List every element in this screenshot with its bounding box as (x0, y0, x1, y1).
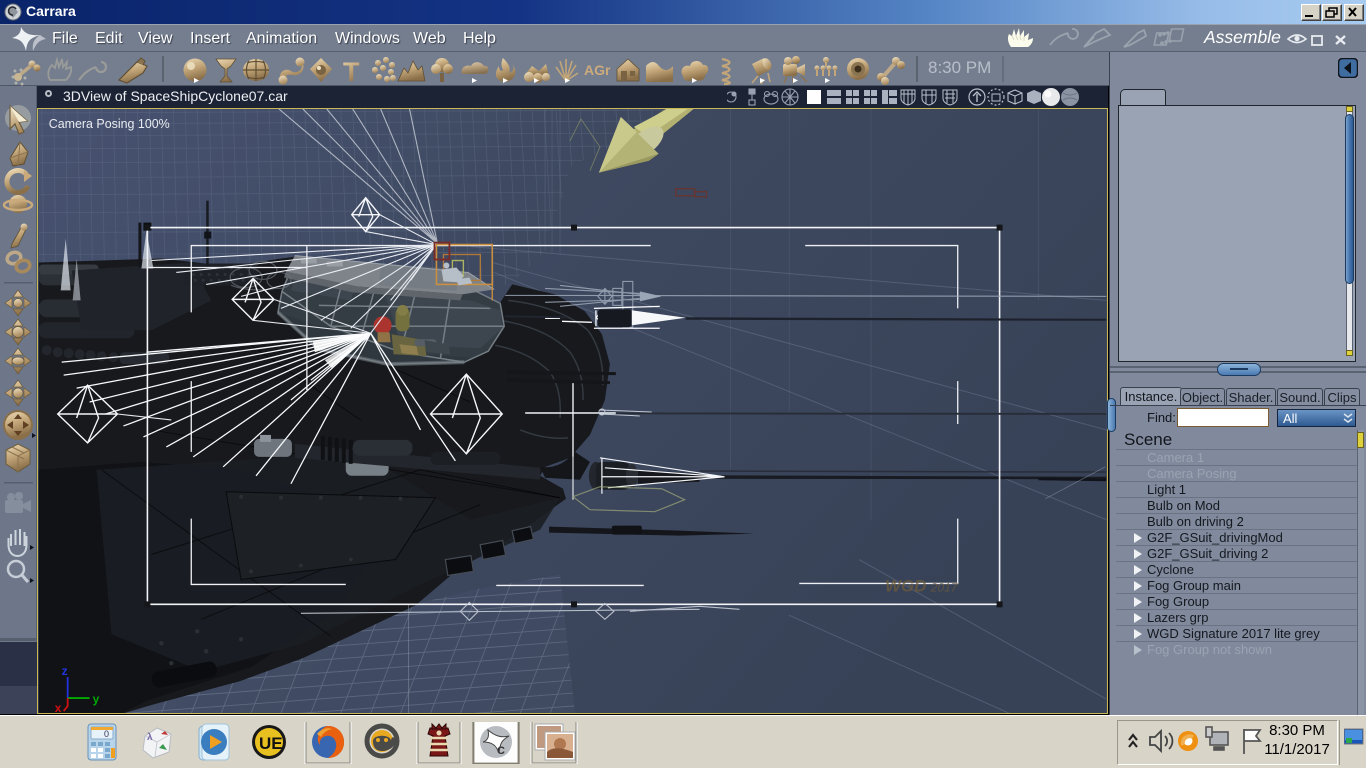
svg-text:Camera Posing 100%: Camera Posing 100% (49, 117, 170, 131)
svg-text:Assemble: Assemble (1203, 27, 1281, 47)
svg-text:AGr: AGr (584, 62, 611, 78)
svg-text:2017: 2017 (930, 580, 959, 594)
svg-text:T: T (343, 57, 360, 86)
svg-text:z: z (62, 664, 68, 678)
svg-text:0: 0 (104, 729, 109, 739)
svg-text:x: x (55, 701, 62, 714)
svg-text:λ: λ (147, 732, 153, 743)
svg-text:y: y (93, 692, 100, 706)
svg-text:WGD: WGD (885, 576, 926, 595)
svg-text:C: C (497, 745, 505, 757)
svg-text:UE: UE (259, 734, 283, 753)
